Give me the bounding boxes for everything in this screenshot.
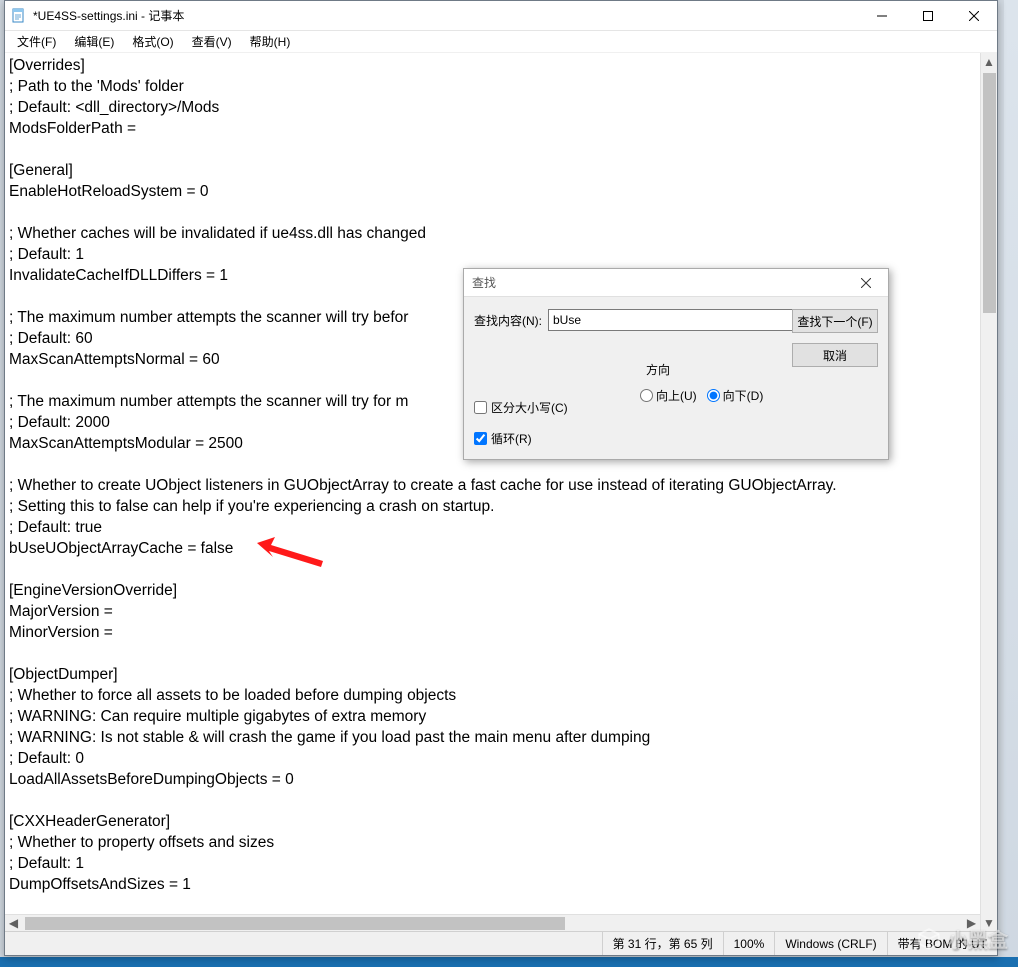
find-dialog-body: 查找内容(N): 查找下一个(F) 取消 方向 向上(U) 向下(D) [464,297,888,459]
cancel-button[interactable]: 取消 [792,343,878,367]
menu-help[interactable]: 帮助(H) [242,31,299,52]
menu-view[interactable]: 查看(V) [184,31,240,52]
find-label: 查找内容(N): [474,312,542,329]
background-strip [1004,0,1018,967]
background-bottom [0,957,1018,967]
radio-up-row[interactable]: 向上(U) [640,387,697,404]
radio-up[interactable] [640,389,653,402]
minimize-button[interactable] [859,1,905,31]
statusbar-eol: Windows (CRLF) [775,932,887,955]
radio-down-row[interactable]: 向下(D) [707,387,764,404]
vertical-scrollbar[interactable]: ▲ ▼ [980,53,997,931]
direction-groupbox: 方向 向上(U) 向下(D) [640,369,780,425]
vertical-scrollbar-thumb[interactable] [983,73,996,313]
match-case-row[interactable]: 区分大小写(C) [474,399,568,416]
radio-down-label: 向下(D) [723,387,764,404]
scroll-left-icon[interactable]: ◀ [5,915,22,932]
find-dialog-title: 查找 [472,274,852,291]
horizontal-scrollbar[interactable]: ◀ ▶ [5,914,980,931]
content-area: [Overrides] ; Path to the 'Mods' folder … [5,53,997,931]
menu-file[interactable]: 文件(F) [9,31,64,52]
wrap-row[interactable]: 循环(R) [474,430,568,447]
find-dialog[interactable]: 查找 查找内容(N): 查找下一个(F) 取消 方向 向上(U) [463,268,889,460]
radio-down[interactable] [707,389,720,402]
find-dialog-titlebar[interactable]: 查找 [464,269,888,297]
watermark-icon [916,926,942,952]
window-title: *UE4SS-settings.ini - 记事本 [33,7,859,24]
match-case-checkbox[interactable] [474,401,487,414]
statusbar-position: 第 31 行，第 65 列 [603,932,724,955]
match-case-label: 区分大小写(C) [491,399,568,416]
maximize-button[interactable] [905,1,951,31]
notepad-icon [11,8,27,24]
horizontal-scrollbar-thumb[interactable] [25,917,565,930]
statusbar-zoom: 100% [724,932,776,955]
scroll-up-icon[interactable]: ▲ [981,53,998,70]
watermark: 小黑盒 [916,924,1008,953]
close-button[interactable] [951,1,997,31]
statusbar-spacer [5,932,603,955]
menu-format[interactable]: 格式(O) [124,31,181,52]
editor-textarea[interactable]: [Overrides] ; Path to the 'Mods' folder … [5,53,997,931]
notepad-window: *UE4SS-settings.ini - 记事本 文件(F) 编辑(E) 格式… [4,0,998,956]
statusbar: 第 31 行，第 65 列 100% Windows (CRLF) 带有 BOM… [5,931,997,955]
direction-label: 方向 [644,361,672,378]
radio-up-label: 向上(U) [656,387,697,404]
menu-edit[interactable]: 编辑(E) [66,31,122,52]
find-next-button[interactable]: 查找下一个(F) [792,309,878,333]
wrap-label: 循环(R) [491,430,532,447]
watermark-text: 小黑盒 [948,924,1008,953]
wrap-checkbox[interactable] [474,432,487,445]
titlebar[interactable]: *UE4SS-settings.ini - 记事本 [5,1,997,31]
find-dialog-close-button[interactable] [852,272,880,294]
menubar: 文件(F) 编辑(E) 格式(O) 查看(V) 帮助(H) [5,31,997,53]
